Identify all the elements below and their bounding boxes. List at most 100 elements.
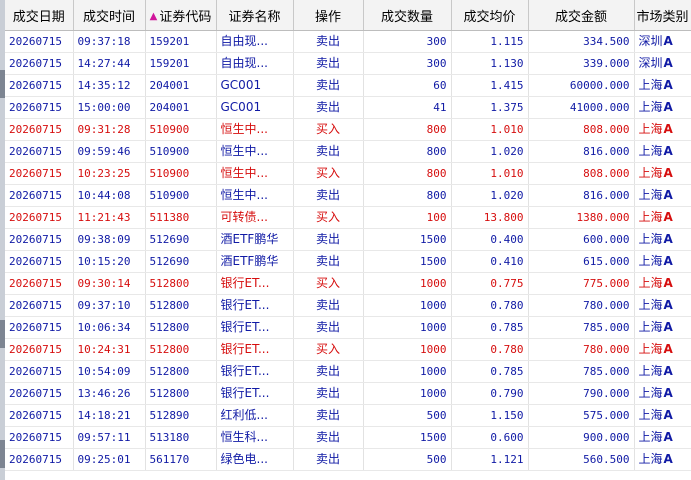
table-row[interactable]: 20260715 13:46:26 512800 银行ET... 卖出 1000 0.790… [5,382,691,405]
cell-quantity: 500 [363,404,452,427]
cell-name: 自由现... [216,52,294,75]
cell-code: 510900 [145,162,217,185]
cell-avg-price: 1.130 [451,52,529,75]
column-header-code-label: 证券代码 [159,9,212,25]
cell-code: 510900 [145,118,217,141]
table-row[interactable]: 20260715 10:54:09 512800 银行ET... 卖出 1000 0.785… [5,360,691,383]
table-row[interactable]: 20260715 09:59:46 510900 恒生中... 卖出 800 1.020 81… [5,140,691,163]
cell-name: GC001 [216,96,294,119]
cell-date: 20260715 [5,338,74,361]
cell-market: 上海A [634,448,691,471]
table-row[interactable]: 20260715 09:57:11 513180 恒生科... 卖出 1500 0.600 9… [5,426,691,449]
cell-quantity: 1000 [363,338,452,361]
cell-quantity: 1000 [363,382,452,405]
market-name: 上海 [638,188,663,202]
cell-quantity: 300 [363,30,452,53]
cell-operation: 卖出 [293,52,364,75]
market-share-class: A [663,34,673,48]
table-row[interactable]: 20260715 09:37:18 159201 自由现... 卖出 300 1.115 33… [5,30,691,53]
market-name: 深圳 [638,34,663,48]
cell-operation: 卖出 [293,360,364,383]
cell-operation: 买入 [293,272,364,295]
market-name: 上海 [638,430,663,444]
market-name: 上海 [638,320,663,334]
cell-market: 深圳A [634,30,691,53]
table-row[interactable]: 20260715 14:18:21 512890 红利低... 卖出 500 1.150 57… [5,404,691,427]
cell-time: 10:44:08 [73,184,146,207]
cell-amount: 615.000 [528,250,635,273]
cell-code: 512800 [145,316,217,339]
cell-avg-price: 0.785 [451,360,529,383]
table-row[interactable]: 20260715 14:35:12 204001 GC001 卖出 60 1.415 6000… [5,74,691,97]
cell-code: 511380 [145,206,217,229]
column-header-name[interactable]: 证券名称 [216,0,294,31]
cell-quantity: 60 [363,74,452,97]
cell-date: 20260715 [5,30,74,53]
cell-operation: 卖出 [293,184,364,207]
cell-code: 513180 [145,426,217,449]
market-share-class: A [663,232,673,246]
cell-quantity: 100 [363,206,452,229]
cell-amount: 816.000 [528,184,635,207]
cell-date: 20260715 [5,228,74,251]
cell-amount: 780.000 [528,338,635,361]
column-header-operation[interactable]: 操作 [293,0,364,31]
cell-avg-price: 0.775 [451,272,529,295]
column-header-date[interactable]: 成交日期 [5,0,74,31]
cell-operation: 卖出 [293,96,364,119]
column-header-avg-price[interactable]: 成交均价 [451,0,529,31]
cell-quantity: 1000 [363,294,452,317]
market-name: 上海 [638,144,663,158]
cell-code: 512800 [145,360,217,383]
table-row[interactable]: 20260715 11:21:43 511380 可转债... 买入 100 13.800 1… [5,206,691,229]
cell-name: 恒生中... [216,140,294,163]
cell-operation: 卖出 [293,316,364,339]
cell-avg-price: 1.150 [451,404,529,427]
market-name: 上海 [638,342,663,356]
table-row[interactable]: 20260715 09:37:10 512800 银行ET... 卖出 1000 0.780… [5,294,691,317]
cell-code: 204001 [145,74,217,97]
table-row[interactable]: 20260715 09:31:28 510900 恒生中... 买入 800 1.010 80… [5,118,691,141]
table-row[interactable]: 20260715 10:06:34 512800 银行ET... 卖出 1000 0.785… [5,316,691,339]
cell-name: 酒ETF鹏华 [216,250,294,273]
table-row[interactable]: 20260715 10:23:25 510900 恒生中... 买入 800 1.010 80… [5,162,691,185]
column-header-code[interactable]: ▲ 证券代码 [145,0,217,31]
cell-name: 酒ETF鹏华 [216,228,294,251]
market-share-class: A [663,276,673,290]
cell-avg-price: 1.010 [451,162,529,185]
table-row[interactable]: 20260715 10:44:08 510900 恒生中... 卖出 800 1.020 81… [5,184,691,207]
column-header-amount[interactable]: 成交金额 [528,0,635,31]
cell-market: 上海A [634,96,691,119]
table-row[interactable]: 20260715 10:24:31 512800 银行ET... 买入 1000 0.780… [5,338,691,361]
cell-date: 20260715 [5,404,74,427]
cell-date: 20260715 [5,118,74,141]
market-share-class: A [663,320,673,334]
market-share-class: A [663,210,673,224]
table-row[interactable]: 20260715 09:25:01 561170 绿色电... 卖出 500 1.121 56… [5,448,691,471]
cell-date: 20260715 [5,140,74,163]
table-row[interactable]: 20260715 09:38:09 512690 酒ETF鹏华 卖出 1500 0.400 6… [5,228,691,251]
table-row[interactable]: 20260715 09:30:14 512800 银行ET... 买入 1000 0.775… [5,272,691,295]
cell-code: 512800 [145,382,217,405]
cell-time: 11:21:43 [73,206,146,229]
table-row[interactable]: 20260715 15:00:00 204001 GC001 卖出 41 1.375 4100… [5,96,691,119]
column-header-time[interactable]: 成交时间 [73,0,146,31]
market-name: 上海 [638,408,663,422]
market-share-class: A [663,144,673,158]
column-header-quantity[interactable]: 成交数量 [363,0,452,31]
table-row[interactable]: 20260715 14:27:44 159201 自由现... 卖出 300 1.130 33… [5,52,691,75]
cell-code: 512890 [145,404,217,427]
cell-quantity: 1500 [363,228,452,251]
cell-time: 14:27:44 [73,52,146,75]
cell-quantity: 800 [363,118,452,141]
cell-market: 上海A [634,206,691,229]
cell-time: 09:37:10 [73,294,146,317]
cell-market: 上海A [634,74,691,97]
cell-amount: 60000.000 [528,74,635,97]
cell-operation: 买入 [293,162,364,185]
cell-time: 09:25:01 [73,448,146,471]
table-row[interactable]: 20260715 10:15:20 512690 酒ETF鹏华 卖出 1500 0.410 6… [5,250,691,273]
column-header-market[interactable]: 市场类别 [634,0,691,31]
cell-name: 可转债... [216,206,294,229]
cell-market: 上海A [634,162,691,185]
